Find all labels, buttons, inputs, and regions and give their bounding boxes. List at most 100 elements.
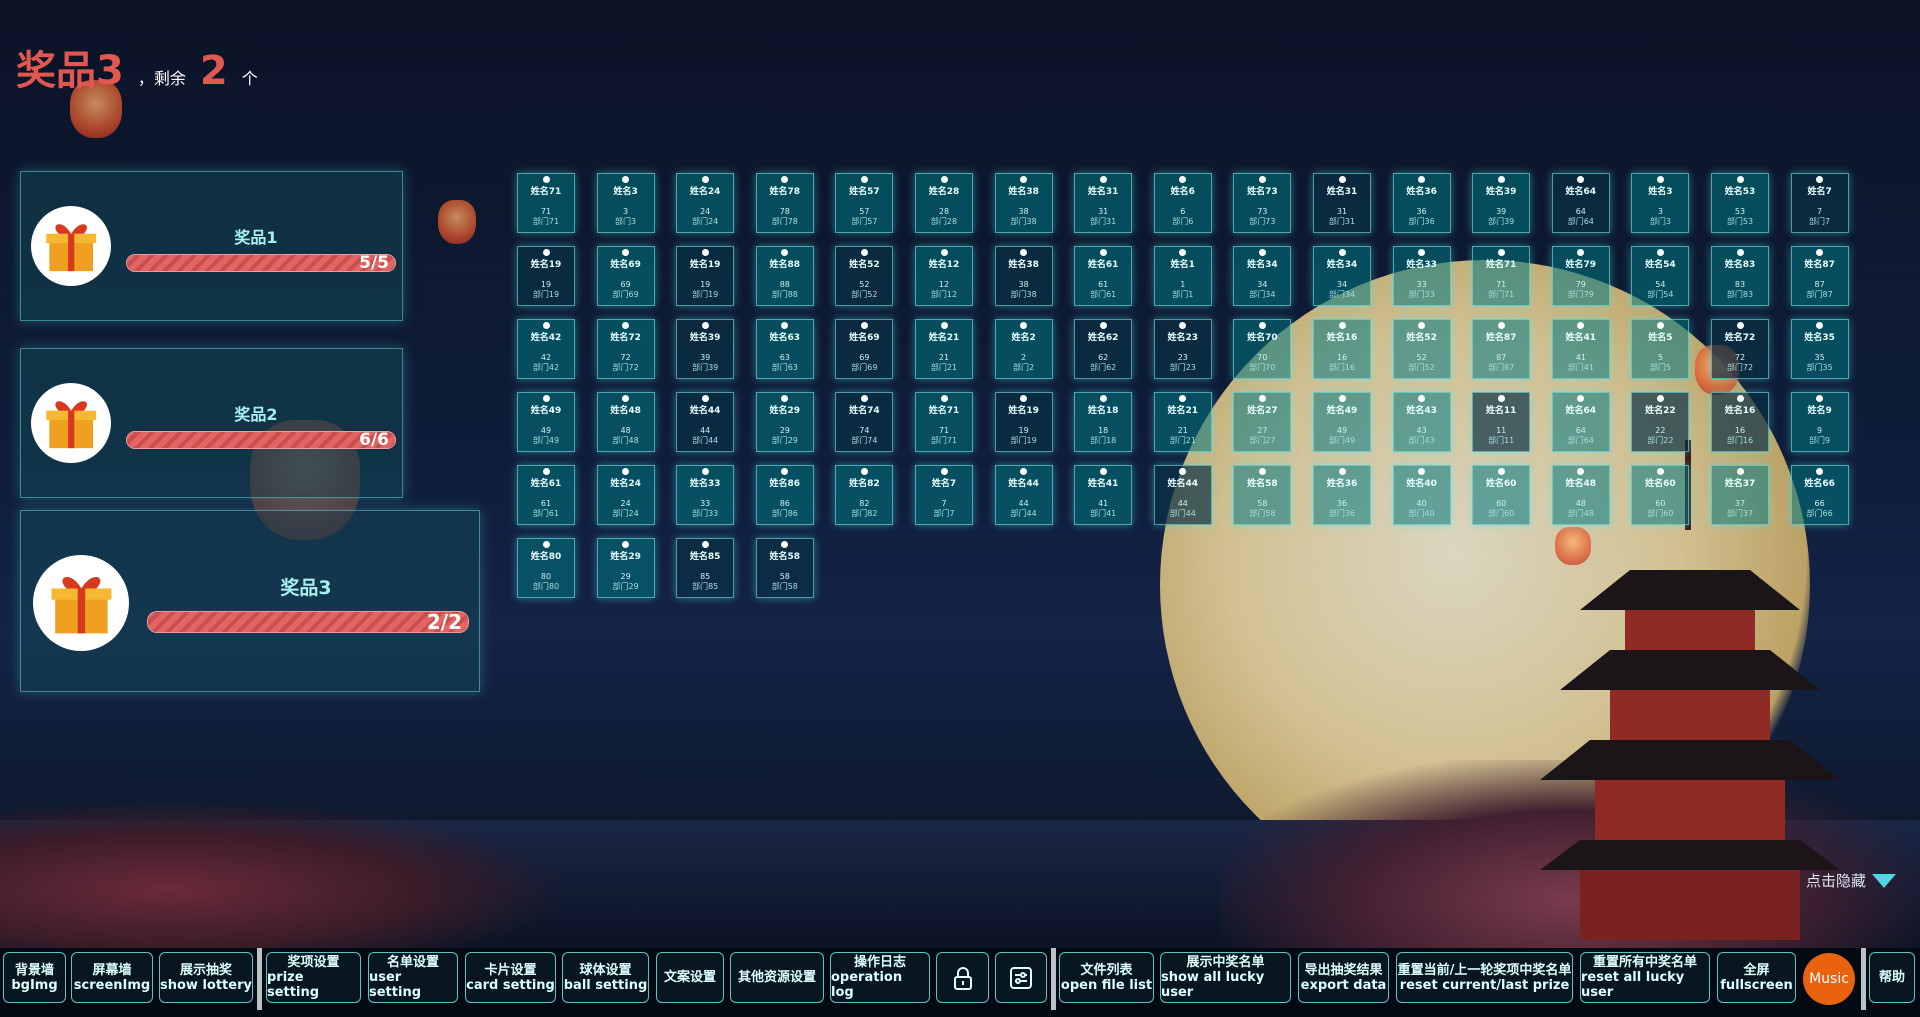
participant-card[interactable]: 姓名49 49 部门49 <box>517 392 575 452</box>
participant-card[interactable]: 姓名5 5 部门5 <box>1631 319 1690 379</box>
participant-card[interactable]: 姓名36 36 部门36 <box>1313 465 1371 525</box>
participant-card[interactable]: 姓名38 38 部门38 <box>994 173 1053 233</box>
hide-toolbar-toggle[interactable]: 点击隐藏 <box>1806 870 1897 891</box>
participant-card[interactable]: 姓名48 48 部门48 <box>1551 465 1610 525</box>
participant-card[interactable]: 姓名54 54 部门54 <box>1631 246 1690 306</box>
participant-card[interactable]: 姓名88 88 部门88 <box>755 246 814 306</box>
export-data-button[interactable]: 导出抽奖结果 export data <box>1298 952 1389 1003</box>
participant-card[interactable]: 姓名6 6 部门6 <box>1153 173 1212 233</box>
participant-card[interactable]: 姓名29 29 部门29 <box>755 392 814 452</box>
participant-card[interactable]: 姓名43 43 部门43 <box>1392 392 1451 452</box>
participant-card[interactable]: 姓名63 63 部门63 <box>755 319 814 379</box>
participant-card[interactable]: 姓名37 37 部门37 <box>1711 465 1769 525</box>
participant-card[interactable]: 姓名21 21 部门21 <box>1153 392 1212 452</box>
operation-log-button[interactable]: 操作日志 operation log <box>830 952 930 1003</box>
participant-card[interactable]: 姓名1 1 部门1 <box>1153 246 1212 306</box>
participant-card[interactable]: 姓名33 33 部门33 <box>1392 246 1451 306</box>
participant-card[interactable]: 姓名52 52 部门52 <box>1392 319 1451 379</box>
participant-card[interactable]: 姓名18 18 部门18 <box>1074 392 1133 452</box>
participant-card[interactable]: 姓名64 64 部门64 <box>1551 392 1610 452</box>
participant-card[interactable]: 姓名85 85 部门85 <box>676 538 735 598</box>
open-file-list-button[interactable]: 文件列表 open file list <box>1059 952 1154 1003</box>
participant-card[interactable]: 姓名87 87 部门87 <box>1790 246 1849 306</box>
participant-card[interactable]: 姓名83 83 部门83 <box>1711 246 1769 306</box>
participant-card[interactable]: 姓名79 79 部门79 <box>1551 246 1610 306</box>
text-setting-button[interactable]: 文案设置 <box>656 952 724 1003</box>
participant-card[interactable]: 姓名80 80 部门80 <box>517 538 575 598</box>
other-resource-setting-button[interactable]: 其他资源设置 <box>730 952 824 1003</box>
participant-card[interactable]: 姓名64 64 部门64 <box>1551 173 1610 233</box>
participant-card[interactable]: 姓名38 38 部门38 <box>994 246 1053 306</box>
participant-card[interactable]: 姓名60 60 部门60 <box>1472 465 1531 525</box>
participant-card[interactable]: 姓名34 34 部门34 <box>1233 246 1292 306</box>
participant-card[interactable]: 姓名24 24 部门24 <box>676 173 735 233</box>
participant-card[interactable]: 姓名78 78 部门78 <box>755 173 814 233</box>
help-button[interactable]: 帮助 <box>1869 952 1915 1003</box>
user-setting-button[interactable]: 名单设置 user setting <box>368 952 458 1003</box>
participant-card[interactable]: 姓名39 39 部门39 <box>1472 173 1531 233</box>
participant-card[interactable]: 姓名21 21 部门21 <box>915 319 973 379</box>
lock-button[interactable] <box>936 952 989 1003</box>
participant-card[interactable]: 姓名72 72 部门72 <box>1711 319 1769 379</box>
participant-card[interactable]: 姓名73 73 部门73 <box>1233 173 1292 233</box>
participant-card[interactable]: 姓名40 40 部门40 <box>1392 465 1451 525</box>
participant-card[interactable]: 姓名57 57 部门57 <box>835 173 894 233</box>
participant-card[interactable]: 姓名27 27 部门27 <box>1233 392 1292 452</box>
participant-card[interactable]: 姓名72 72 部门72 <box>596 319 655 379</box>
show-lucky-user-button[interactable]: 展示中奖名单 show all lucky user <box>1160 952 1291 1003</box>
participant-card[interactable]: 姓名19 19 部门19 <box>517 246 575 306</box>
participant-card[interactable]: 姓名82 82 部门82 <box>835 465 894 525</box>
bgimg-button[interactable]: 背景墙 bgImg <box>3 952 66 1003</box>
participant-card[interactable]: 姓名33 33 部门33 <box>676 465 735 525</box>
participant-card[interactable]: 姓名23 23 部门23 <box>1153 319 1212 379</box>
participant-card[interactable]: 姓名16 16 部门16 <box>1711 392 1769 452</box>
participant-card[interactable]: 姓名66 66 部门66 <box>1790 465 1849 525</box>
participant-card[interactable]: 姓名62 62 部门62 <box>1074 319 1133 379</box>
participant-card[interactable]: 姓名61 61 部门61 <box>1074 246 1133 306</box>
participant-card[interactable]: 姓名34 34 部门34 <box>1313 246 1371 306</box>
participant-card[interactable]: 姓名19 19 部门19 <box>994 392 1053 452</box>
card-setting-button[interactable]: 卡片设置 card setting <box>465 952 556 1003</box>
participant-card[interactable]: 姓名41 41 部门41 <box>1551 319 1610 379</box>
participant-card[interactable]: 姓名70 70 部门70 <box>1233 319 1292 379</box>
participant-card[interactable]: 姓名69 69 部门69 <box>596 246 655 306</box>
participant-card[interactable]: 姓名35 35 部门35 <box>1790 319 1849 379</box>
participant-card[interactable]: 姓名22 22 部门22 <box>1631 392 1690 452</box>
participant-card[interactable]: 姓名58 58 部门58 <box>1233 465 1292 525</box>
reset-all-lucky-button[interactable]: 重置所有中奖名单 reset all lucky user <box>1580 952 1710 1003</box>
participant-card[interactable]: 姓名44 44 部门44 <box>676 392 735 452</box>
participant-card[interactable]: 姓名7 7 部门7 <box>1790 173 1849 233</box>
participant-card[interactable]: 姓名2 2 部门2 <box>994 319 1053 379</box>
participant-card[interactable]: 姓名31 31 部门31 <box>1313 173 1371 233</box>
participant-card[interactable]: 姓名31 31 部门31 <box>1074 173 1133 233</box>
participant-card[interactable]: 姓名53 53 部门53 <box>1711 173 1769 233</box>
participant-card[interactable]: 姓名69 69 部门69 <box>835 319 894 379</box>
participant-card[interactable]: 姓名19 19 部门19 <box>676 246 735 306</box>
music-button[interactable]: Music <box>1803 953 1855 1005</box>
participant-card[interactable]: 姓名87 87 部门87 <box>1472 319 1531 379</box>
participant-card[interactable]: 姓名42 42 部门42 <box>517 319 575 379</box>
reset-current-prize-button[interactable]: 重置当前/上一轮奖项中奖名单 reset current/last prize <box>1396 952 1573 1003</box>
participant-card[interactable]: 姓名16 16 部门16 <box>1313 319 1371 379</box>
participant-card[interactable]: 姓名12 12 部门12 <box>915 246 973 306</box>
ball-setting-button[interactable]: 球体设置 ball setting <box>562 952 649 1003</box>
participant-card[interactable]: 姓名71 71 部门71 <box>915 392 973 452</box>
screenimg-button[interactable]: 屏幕墙 screenImg <box>71 952 153 1003</box>
participant-card[interactable]: 姓名9 9 部门9 <box>1790 392 1849 452</box>
prize-card-active[interactable]: 奖品3 2/2 <box>20 510 480 692</box>
settings-button[interactable] <box>995 952 1047 1003</box>
participant-card[interactable]: 姓名36 36 部门36 <box>1392 173 1451 233</box>
prize-card[interactable]: 奖品1 5/5 <box>20 171 403 321</box>
participant-card[interactable]: 姓名86 86 部门86 <box>755 465 814 525</box>
participant-card[interactable]: 姓名44 44 部门44 <box>1153 465 1212 525</box>
participant-card[interactable]: 姓名28 28 部门28 <box>915 173 973 233</box>
participant-card[interactable]: 姓名3 3 部门3 <box>1631 173 1690 233</box>
participant-card[interactable]: 姓名3 3 部门3 <box>596 173 655 233</box>
participant-card[interactable]: 姓名58 58 部门58 <box>755 538 814 598</box>
participant-card[interactable]: 姓名29 29 部门29 <box>596 538 655 598</box>
participant-card[interactable]: 姓名71 71 部门71 <box>517 173 575 233</box>
participant-card[interactable]: 姓名44 44 部门44 <box>994 465 1053 525</box>
prize-card[interactable]: 奖品2 6/6 <box>20 348 403 498</box>
show-lottery-button[interactable]: 展示抽奖 show lottery <box>159 952 253 1003</box>
participant-card[interactable]: 姓名71 71 部门71 <box>1472 246 1531 306</box>
